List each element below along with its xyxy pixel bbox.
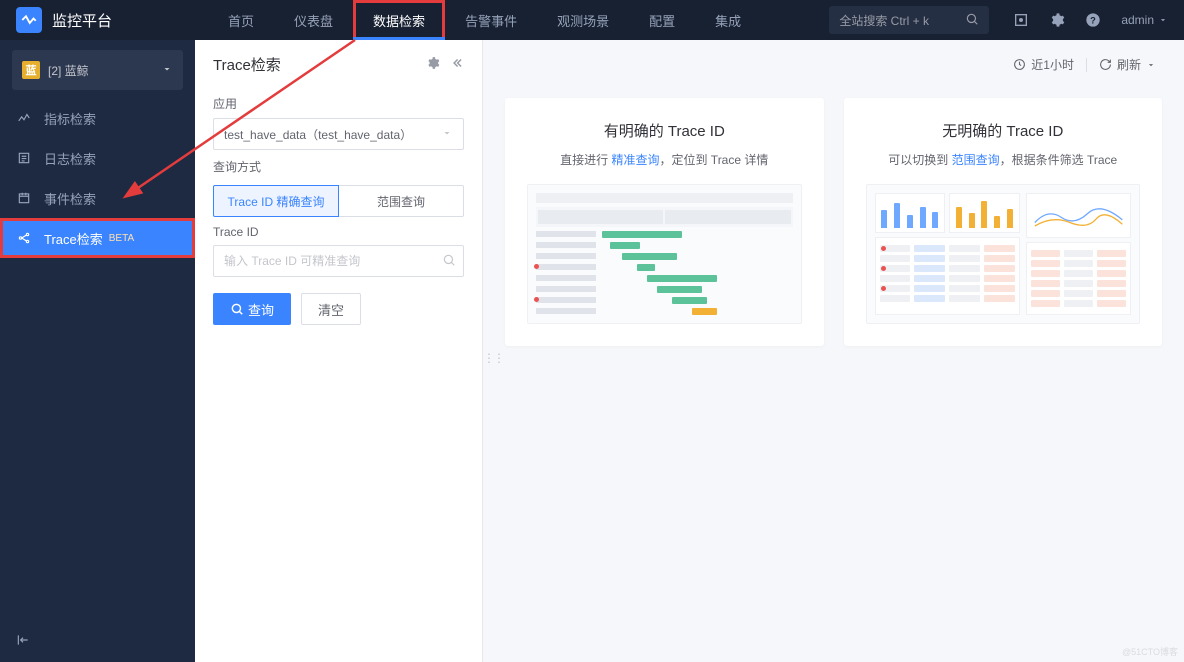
card-title: 有明确的 Trace ID	[527, 120, 802, 141]
main-toolbar: 近1小时 刷新	[1007, 52, 1162, 77]
clock-icon	[1013, 58, 1026, 71]
brand-icon	[16, 7, 42, 33]
app-label: 应用	[213, 95, 464, 112]
traceid-label: Trace ID	[213, 225, 464, 239]
range-query-link[interactable]: 范围查询	[952, 153, 1000, 167]
biz-badge: 蓝	[22, 61, 40, 79]
help-icon[interactable]: ?	[1079, 6, 1107, 34]
nav-items: 首页 仪表盘 数据检索 告警事件 观测场景 配置 集成	[208, 0, 761, 40]
chevron-down-icon	[441, 127, 453, 142]
nav-data-retrieve[interactable]: 数据检索	[353, 0, 445, 40]
nav-observe[interactable]: 观测场景	[537, 0, 629, 40]
nav-config[interactable]: 配置	[629, 0, 695, 40]
search-icon	[965, 12, 979, 29]
chevron-down-icon	[1158, 15, 1168, 25]
refresh-button[interactable]: 刷新	[1093, 52, 1162, 77]
top-nav: 监控平台 首页 仪表盘 数据检索 告警事件 观测场景 配置 集成 全站搜索 Ct…	[0, 0, 1184, 40]
card-exact-trace: 有明确的 Trace ID 直接进行 精准查询，定位到 Trace 详情	[505, 98, 824, 346]
sidebar-item-event[interactable]: 事件检索	[0, 178, 195, 218]
trace-icon	[16, 230, 32, 246]
sidebar-item-log[interactable]: 日志检索	[0, 138, 195, 178]
card-subtitle: 可以切换到 范围查询，根据条件筛选 Trace	[866, 151, 1141, 168]
target-icon[interactable]	[1007, 6, 1035, 34]
traceid-input[interactable]	[213, 245, 464, 277]
nav-alarm[interactable]: 告警事件	[445, 0, 537, 40]
query-button[interactable]: 查询	[213, 293, 291, 325]
global-search[interactable]: 全站搜索 Ctrl + k	[829, 6, 989, 34]
card-subtitle: 直接进行 精准查询，定位到 Trace 详情	[527, 151, 802, 168]
nav-integration[interactable]: 集成	[695, 0, 761, 40]
user-menu[interactable]: admin	[1111, 13, 1184, 27]
brand[interactable]: 监控平台	[0, 7, 128, 33]
watermark: @51CTO博客	[1122, 645, 1178, 658]
gear-icon[interactable]	[1043, 6, 1071, 34]
nav-dashboard[interactable]: 仪表盘	[274, 0, 353, 40]
thumb-dashboard	[866, 184, 1141, 324]
tab-range-query[interactable]: 范围查询	[339, 185, 464, 217]
tab-exact-query[interactable]: Trace ID 精确查询	[213, 185, 339, 217]
biz-label: [2] 蓝鲸	[48, 62, 89, 79]
card-range-trace: 无明确的 Trace ID 可以切换到 范围查询，根据条件筛选 Trace	[844, 98, 1163, 346]
main-content: ⋮⋮ 近1小时 刷新 有明确的 Trace ID 直接进行 精准查询，定位到 T…	[483, 40, 1184, 662]
search-icon	[230, 302, 244, 316]
business-selector[interactable]: 蓝 [2] 蓝鲸	[12, 50, 183, 90]
brand-text: 监控平台	[52, 10, 112, 31]
query-method-tabs: Trace ID 精确查询 范围查询	[213, 185, 464, 217]
thumb-gantt	[527, 184, 802, 324]
sidebar-item-trace[interactable]: Trace检索 BETA	[0, 218, 195, 258]
gear-icon[interactable]	[426, 56, 440, 73]
refresh-icon	[1099, 58, 1112, 71]
panel-title: Trace检索	[213, 54, 281, 75]
svg-text:?: ?	[1090, 15, 1096, 25]
nav-home[interactable]: 首页	[208, 0, 274, 40]
app-select[interactable]: test_have_data（test_have_data）	[213, 118, 464, 150]
beta-badge: BETA	[109, 233, 134, 244]
chevron-down-icon	[1146, 60, 1156, 70]
sidebar: 蓝 [2] 蓝鲸 指标检索 日志检索 事件检索 Trace检索 BETA	[0, 40, 195, 662]
query-panel: Trace检索 应用 test_have_data（test_have_data…	[195, 40, 483, 662]
chevron-down-icon	[161, 63, 173, 78]
time-range-picker[interactable]: 近1小时	[1007, 52, 1080, 77]
collapse-panel-icon[interactable]	[450, 56, 464, 73]
exact-query-link[interactable]: 精准查询	[611, 153, 659, 167]
sidebar-collapse[interactable]	[0, 621, 195, 662]
search-placeholder-text: 全站搜索 Ctrl + k	[839, 12, 929, 29]
search-icon	[442, 253, 456, 270]
collapse-icon	[16, 633, 30, 647]
log-icon	[16, 150, 32, 166]
method-label: 查询方式	[213, 158, 464, 175]
sidebar-item-metric[interactable]: 指标检索	[0, 98, 195, 138]
metric-icon	[16, 110, 32, 126]
drag-handle[interactable]: ⋮⋮	[483, 351, 489, 365]
event-icon	[16, 190, 32, 206]
clear-button[interactable]: 清空	[301, 293, 361, 325]
card-title: 无明确的 Trace ID	[866, 120, 1141, 141]
